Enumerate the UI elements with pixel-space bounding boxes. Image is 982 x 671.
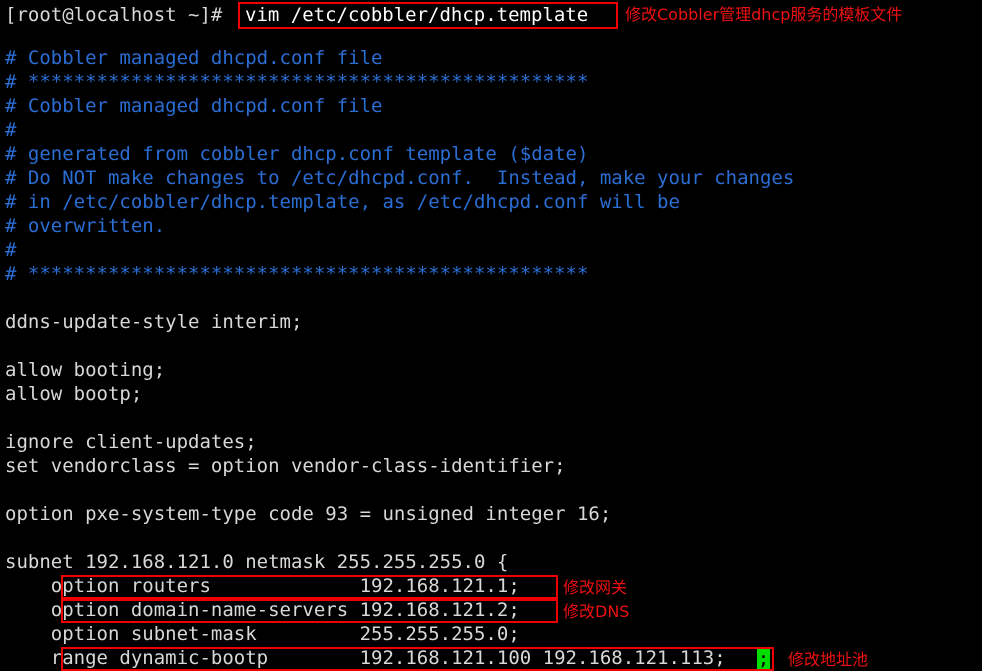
file-line-9: # [5,239,17,261]
file-line-7: # in /etc/cobbler/dhcp.template, as /etc… [5,191,680,213]
terminal-screen[interactable]: [root@localhost ~]# vim /etc/cobbler/dhc… [0,0,982,671]
file-line-14: allow booting; [5,359,166,381]
shell-prompt: [root@localhost ~]# [5,4,234,26]
annotation-command: 修改Cobbler管理dhcp服务的模板文件 [625,5,903,24]
file-line-option-routers: option routers 192.168.121.1; [5,575,520,597]
file-line-18: set vendorclass = option vendor-class-id… [5,455,566,477]
file-line-8: # overwritten. [5,215,166,237]
file-line-17: ignore client-updates; [5,431,257,453]
annotation-dns: 修改DNS [563,602,630,621]
file-line-6: # Do NOT make changes to /etc/dhcpd.conf… [5,167,795,189]
file-line-option-dns: option domain-name-servers 192.168.121.2… [5,599,520,621]
vim-cursor: ; [757,648,770,670]
file-line-1: # Cobbler managed dhcpd.conf file [5,47,383,69]
file-line-3: # Cobbler managed dhcpd.conf file [5,95,383,117]
file-line-2: # **************************************… [5,71,589,93]
file-line-4: # [5,119,17,141]
file-line-option-subnet-mask: option subnet-mask 255.255.255.0; [5,623,520,645]
file-line-15: allow bootp; [5,383,143,405]
file-line-5: # generated from cobbler dhcp.conf templ… [5,143,589,165]
file-line-range-dynamic-bootp: range dynamic-bootp 192.168.121.100 192.… [5,647,726,669]
annotation-range: 修改地址池 [788,650,869,669]
annotation-routers: 修改网关 [563,578,628,597]
file-line-12: ddns-update-style interim; [5,311,303,333]
shell-command[interactable]: vim /etc/cobbler/dhcp.template [245,3,588,27]
file-line-20: option pxe-system-type code 93 = unsigne… [5,503,612,525]
file-line-10: # **************************************… [5,263,589,285]
file-line-22: subnet 192.168.121.0 netmask 255.255.255… [5,551,509,573]
